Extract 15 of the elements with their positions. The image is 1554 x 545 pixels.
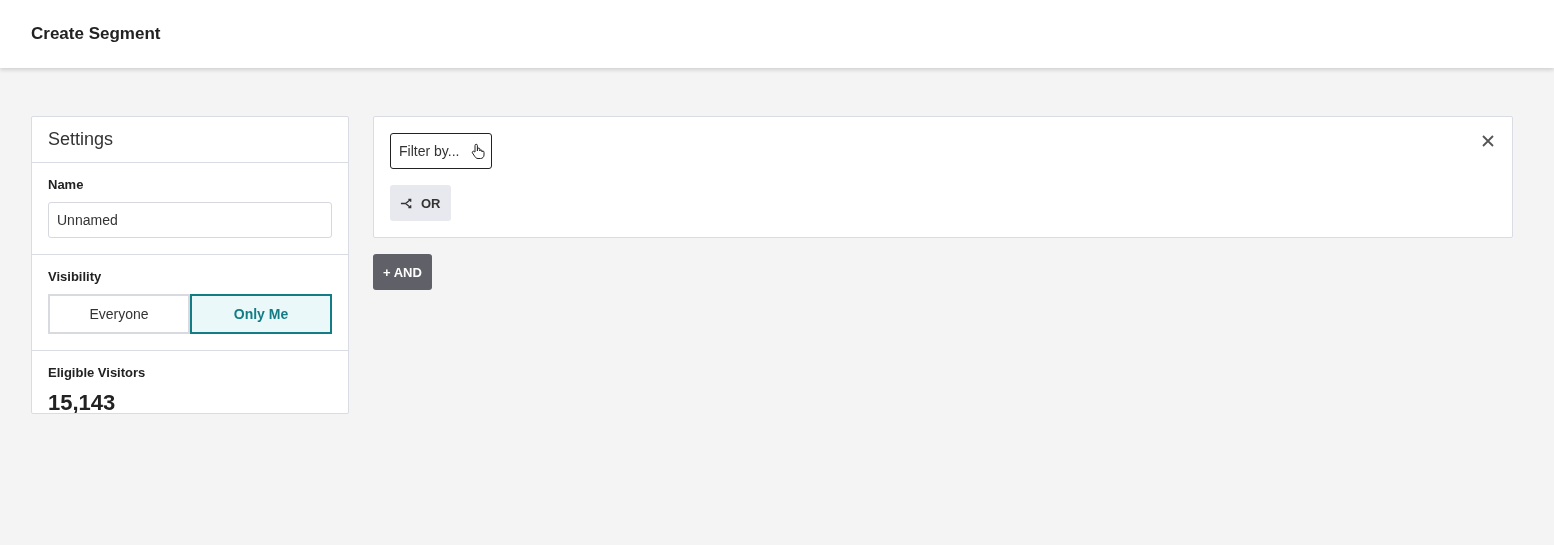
field-label: Eligible Visitors [48,365,147,380]
panel-title: Settings [48,129,114,149]
split-arrow-icon [400,196,413,210]
and-button[interactable]: + AND [373,254,432,290]
or-button[interactable]: OR [390,185,451,221]
field-label: Name [48,177,85,192]
field-label: Visibility [48,269,103,284]
name-field[interactable]: Unnamed [48,202,332,238]
visibility-option[interactable]: Only Me [190,294,332,334]
visibility-option[interactable]: Everyone [48,294,190,334]
filter-dropdown[interactable]: Filter by... [390,133,493,169]
page-title: Create Segment [31,24,161,44]
visitor-count: 15,143 [48,390,117,413]
close-icon[interactable] [1482,135,1494,147]
hand-pointer-icon [471,143,486,159]
